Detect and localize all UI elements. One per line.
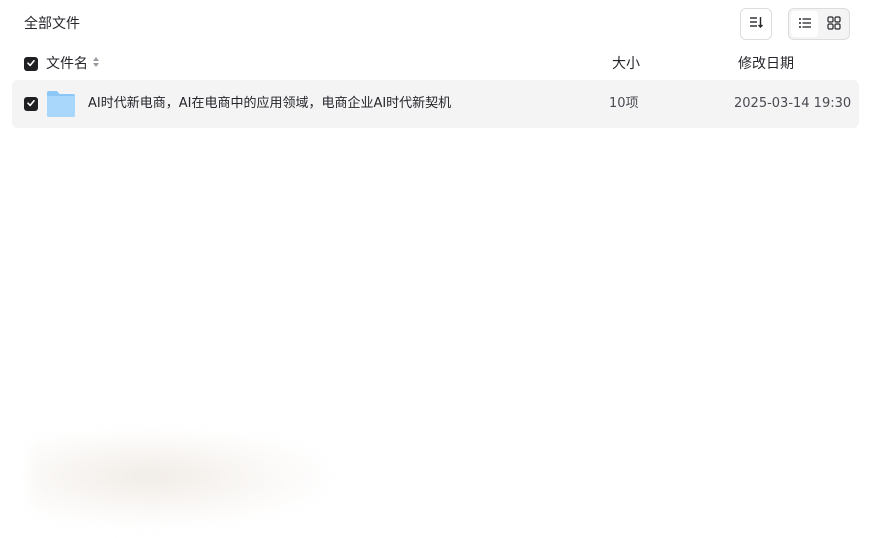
file-browser: 全部文件 文件名 大小 修改日期 AI时代新电商，AI在电商中的应用领域，电商企… [0, 0, 874, 538]
view-mode-toggle [788, 8, 850, 40]
page-title[interactable]: 全部文件 [24, 14, 80, 34]
sort-button[interactable] [740, 8, 772, 40]
column-header-name[interactable]: 文件名 [46, 54, 100, 74]
table-row[interactable]: AI时代新电商，AI在电商中的应用领域，电商企业AI时代新契机 10项 2025… [12, 80, 859, 128]
select-all-checkbox[interactable] [24, 57, 38, 71]
sort-toggle-icon [92, 54, 100, 74]
folder-icon [46, 90, 76, 118]
column-name-label: 文件名 [46, 56, 88, 72]
check-icon [26, 97, 36, 112]
file-name[interactable]: AI时代新电商，AI在电商中的应用领域，电商企业AI时代新契机 [88, 94, 451, 114]
row-checkbox[interactable] [24, 97, 38, 111]
sort-icon [748, 14, 764, 34]
file-modified-date: 2025-03-14 19:30 [734, 96, 852, 111]
file-size: 10项 [609, 96, 639, 111]
list-view-button[interactable] [791, 11, 818, 37]
column-header-size: 大小 [612, 56, 640, 72]
background-blur [30, 436, 330, 526]
table-header: 文件名 大小 修改日期 [0, 52, 874, 76]
grid-view-icon [826, 15, 841, 34]
grid-view-button[interactable] [820, 11, 847, 37]
list-view-icon [798, 15, 812, 34]
column-header-date: 修改日期 [738, 56, 794, 72]
check-icon [26, 56, 36, 72]
